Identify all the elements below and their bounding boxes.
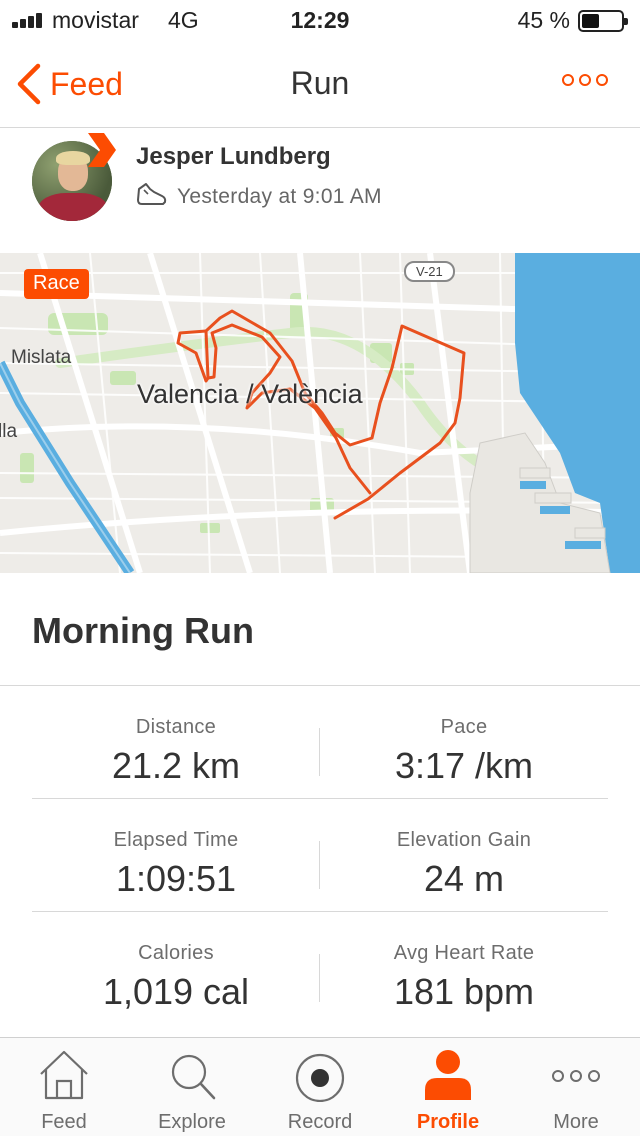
stat-distance: Distance 21.2 km [32, 686, 320, 787]
stat-label: Distance [135, 716, 217, 738]
tab-label: Explore [158, 1111, 226, 1133]
stat-value: 1:09:51 [115, 858, 237, 899]
back-button[interactable]: Feed [16, 62, 123, 106]
stat-value: 181 bpm [393, 971, 535, 1012]
navigation-bar: Feed Run [0, 40, 640, 128]
athlete-name[interactable]: Jesper Lundberg [136, 143, 331, 171]
stat-row: Distance 21.2 km Pace 3:17 /km [32, 686, 608, 799]
back-button-label: Feed [50, 65, 123, 102]
race-badge: Race [24, 269, 89, 299]
stat-row: Calories 1,019 cal Avg Heart Rate 181 bp… [32, 912, 608, 1025]
tab-label: Feed [41, 1111, 87, 1133]
stat-label: Avg Heart Rate [393, 942, 535, 964]
stat-label: Pace [440, 716, 488, 738]
chevron-left-icon [17, 63, 41, 105]
stat-pace: Pace 3:17 /km [320, 686, 608, 787]
tab-label: More [553, 1111, 599, 1133]
map-label-partial: lla [0, 421, 18, 442]
tab-label: Profile [416, 1111, 480, 1133]
record-icon [295, 1053, 345, 1102]
status-bar: movistar 4G 12:29 45 % [0, 0, 640, 40]
shoe-icon [137, 183, 167, 205]
activity-timestamp: Yesterday at 9:01 AM [177, 185, 382, 208]
athlete-header[interactable]: Jesper Lundberg Yesterday at 9:01 AM [0, 129, 640, 253]
stat-row: Elapsed Time 1:09:51 Elevation Gain 24 m [32, 799, 608, 912]
tab-profile[interactable]: Profile [384, 1038, 512, 1136]
stat-label: Calories [138, 942, 214, 964]
tab-bar: Feed Explore Record Profile More [0, 1037, 640, 1136]
stat-calories: Calories 1,019 cal [32, 912, 320, 1013]
search-icon [171, 1054, 216, 1100]
activity-title: Morning Run [32, 610, 254, 651]
stat-elevation-gain: Elevation Gain 24 m [320, 799, 608, 900]
more-dots-icon[interactable] [562, 74, 608, 86]
map-canvas [0, 253, 640, 573]
map-label-mislata: Mislata [11, 347, 72, 368]
stat-value: 1,019 cal [102, 971, 250, 1012]
home-icon [40, 1050, 88, 1100]
tab-label: Record [287, 1111, 353, 1133]
profile-icon [425, 1050, 471, 1100]
stats-grid: Distance 21.2 km Pace 3:17 /km Elapsed T… [32, 686, 608, 1025]
stat-elapsed-time: Elapsed Time 1:09:51 [32, 799, 320, 900]
route-map[interactable]: Race V-21 Mislata lla Valencia / Valènci… [0, 253, 640, 573]
tab-record[interactable]: Record [256, 1038, 384, 1136]
stat-avg-heart-rate: Avg Heart Rate 181 bpm [320, 912, 608, 1013]
tab-explore[interactable]: Explore [128, 1038, 256, 1136]
tab-feed[interactable]: Feed [0, 1038, 128, 1136]
stat-label: Elevation Gain [396, 829, 532, 851]
more-dots-icon [552, 1070, 600, 1082]
summit-badge-icon [88, 133, 116, 167]
tab-more[interactable]: More [512, 1038, 640, 1136]
map-label-city: Valencia / València [137, 379, 363, 409]
battery-percent: 45 % [517, 7, 570, 33]
battery-icon [578, 10, 628, 32]
stat-label: Elapsed Time [113, 829, 239, 851]
stat-value: 3:17 /km [394, 745, 534, 786]
stat-value: 21.2 km [111, 745, 241, 786]
stat-value: 24 m [423, 858, 505, 899]
road-label: V-21 [404, 261, 455, 282]
